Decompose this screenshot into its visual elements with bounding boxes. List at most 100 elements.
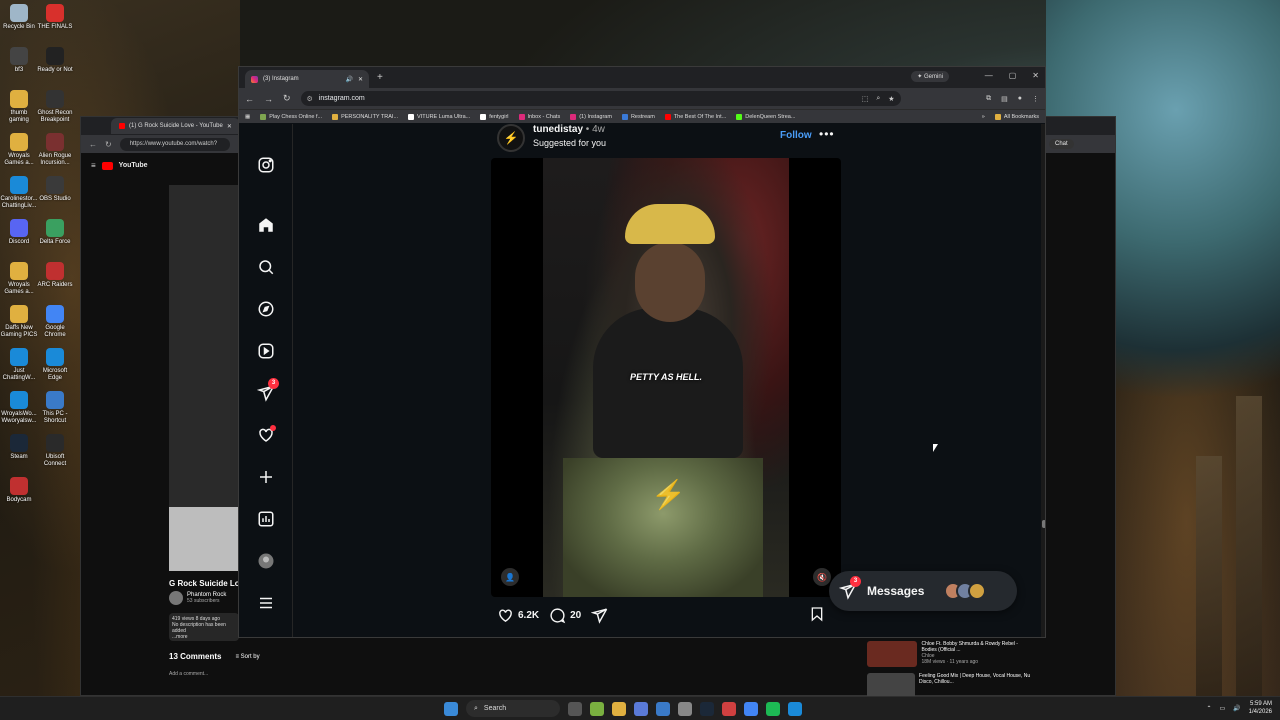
bookmark-item[interactable]: PERSONALITY TRAI... xyxy=(332,113,398,120)
notifications-heart-icon[interactable] xyxy=(257,425,276,444)
youtube-url-field[interactable]: https://www.youtube.com/watch? xyxy=(119,137,230,151)
desktop-shortcut[interactable]: Microsoft Edge xyxy=(36,348,74,382)
url-text[interactable]: instagram.com xyxy=(319,95,365,102)
desktop-shortcut[interactable]: Ghost Recon Breakpoint xyxy=(36,90,74,124)
speaker-icon[interactable]: 🔊 xyxy=(345,76,352,83)
hamburger-icon[interactable]: ≡ xyxy=(91,161,96,170)
volume-icon[interactable]: 🔊 xyxy=(1233,705,1240,712)
bookmark-item[interactable]: Play Chess Online f... xyxy=(260,113,322,120)
post-options-button[interactable]: ••• xyxy=(819,127,835,141)
desktop-shortcut[interactable]: bf3 xyxy=(0,47,38,74)
apps-grid-icon[interactable]: ▦ xyxy=(245,114,250,120)
bookmark-item[interactable]: DelenQueen Strea... xyxy=(736,113,795,120)
desktop-shortcut[interactable]: THE FINALS xyxy=(36,4,74,31)
chat-button[interactable]: Chat xyxy=(1049,139,1074,149)
install-app-icon[interactable]: ⬚ xyxy=(862,95,869,103)
more-bookmarks-icon[interactable]: » xyxy=(982,114,985,120)
desktop-shortcut[interactable]: Bodycam xyxy=(0,477,38,504)
close-tab-icon[interactable]: ✕ xyxy=(358,76,363,83)
recommendation-thumbnail[interactable] xyxy=(867,641,918,667)
edge-icon[interactable] xyxy=(788,701,802,716)
bookmark-item[interactable]: VITURE Luma Ultra... xyxy=(408,113,470,120)
back-icon[interactable]: ← xyxy=(89,140,97,149)
gemini-button[interactable]: ✦ Gemini xyxy=(911,71,949,82)
bookmark-star-icon[interactable]: ★ xyxy=(888,95,894,103)
instagram-logo-icon[interactable] xyxy=(257,156,275,174)
channel-info[interactable]: Phantom Rock 53 subscribers xyxy=(169,591,226,605)
desktop-shortcut[interactable]: Alien Rogue Incursion... xyxy=(36,133,74,167)
recommendation-item[interactable]: Chloe Ft. Bobby Shmurda & Rowdy Rebel - … xyxy=(867,641,1033,667)
recommendation-title[interactable]: Chloe Ft. Bobby Shmurda & Rowdy Rebel - … xyxy=(921,641,1033,653)
copilot-icon[interactable] xyxy=(634,701,648,716)
reel-video[interactable]: PETTY AS HELL. ⚡ 👤 🔇 xyxy=(491,158,841,597)
mute-icon[interactable]: 🔇 xyxy=(813,568,831,586)
create-icon[interactable] xyxy=(257,468,275,486)
comment-button[interactable]: 20 xyxy=(549,607,581,624)
address-bar[interactable]: ⚙ instagram.com ⬚ ⌕ ★ xyxy=(300,91,901,106)
back-icon[interactable]: ← xyxy=(245,94,254,104)
desktop-shortcut[interactable]: OBS Studio xyxy=(36,176,74,203)
bookmark-item[interactable]: Inbox - Chats xyxy=(518,113,560,120)
desktop-shortcut[interactable]: Steam xyxy=(0,434,38,461)
desktop-shortcut[interactable]: ARC Raiders xyxy=(36,262,74,289)
desktop-shortcut[interactable]: WroyalsWo... Wworyalsw... xyxy=(0,391,38,425)
all-bookmarks-folder[interactable]: All Bookmarks xyxy=(994,113,1039,120)
description-more-link[interactable]: ...more xyxy=(172,634,236,640)
desktop-shortcut[interactable]: Google Chrome xyxy=(36,305,74,339)
desktop-shortcut[interactable]: Daffs New Gaming PICS xyxy=(0,305,38,339)
desktop-shortcut[interactable]: thumb gaming xyxy=(0,90,38,124)
bookmark-item[interactable]: The Best Of The Int... xyxy=(664,113,726,120)
youtube-logo[interactable]: ≡ YouTube xyxy=(91,161,148,170)
direct-messages-icon[interactable]: 3 xyxy=(256,378,279,402)
bookmark-item[interactable]: fentygirl xyxy=(480,113,509,120)
taskbar-search[interactable]: ⌕ Search xyxy=(466,700,560,717)
menu-icon[interactable]: ⋮ xyxy=(1032,95,1039,103)
bookmark-item[interactable]: (1) Instagram xyxy=(570,113,612,120)
tray-chevron-icon[interactable]: ⌃ xyxy=(1206,705,1211,712)
maximize-icon[interactable]: ▢ xyxy=(1009,71,1017,80)
page-scrollbar[interactable] xyxy=(1041,124,1045,637)
save-button[interactable] xyxy=(809,606,825,627)
file-explorer-icon[interactable] xyxy=(612,701,626,716)
instagram-tab[interactable]: (3) Instagram 🔊 ✕ xyxy=(245,70,369,88)
network-icon[interactable]: ▭ xyxy=(1219,705,1225,712)
profile-icon[interactable]: ● xyxy=(1018,95,1022,103)
home-icon[interactable] xyxy=(257,216,275,234)
search-icon[interactable] xyxy=(257,258,275,276)
reels-icon[interactable] xyxy=(257,342,275,360)
tagged-users-icon[interactable]: 👤 xyxy=(501,568,519,586)
messages-button[interactable]: 3 Messages xyxy=(829,571,1017,611)
profile-avatar-icon[interactable] xyxy=(257,552,275,570)
instagram-browser-window[interactable]: (3) Instagram 🔊 ✕ + ✦ Gemini — ▢ ✕ ← → ↻… xyxy=(238,66,1046,638)
store-icon[interactable] xyxy=(656,701,670,716)
chrome-icon[interactable] xyxy=(744,701,758,716)
dashboard-icon[interactable] xyxy=(257,510,275,528)
reload-icon[interactable]: ↻ xyxy=(105,140,112,149)
follow-button[interactable]: Follow xyxy=(780,130,812,141)
site-info-icon[interactable]: ⚙ xyxy=(307,95,313,103)
share-button[interactable] xyxy=(591,607,608,624)
add-comment-field[interactable]: Add a comment... xyxy=(169,671,208,677)
zoom-icon[interactable]: ⌕ xyxy=(876,95,880,103)
desktop-shortcut[interactable]: Ready or Not xyxy=(36,47,74,74)
nvidia-icon[interactable] xyxy=(590,701,604,716)
desktop-shortcut[interactable]: Just ChattingW... xyxy=(0,348,38,382)
desktop-shortcut[interactable]: Ubisoft Connect xyxy=(36,434,74,468)
desktop-shortcut[interactable]: Wroyals Games a... xyxy=(0,133,38,167)
youtube-tab[interactable]: (1) G Rock Suicide Love - YouTube ✕ xyxy=(111,118,240,134)
new-tab-button[interactable]: + xyxy=(377,72,383,83)
more-menu-icon[interactable] xyxy=(257,594,275,612)
desktop-shortcut[interactable]: This PC - Shortcut xyxy=(36,391,74,425)
explore-icon[interactable] xyxy=(257,300,275,318)
extensions-icon[interactable]: ⧉ xyxy=(986,95,991,103)
post-author-avatar[interactable]: ⚡ xyxy=(497,124,525,152)
desktop-shortcut[interactable]: Carolinestor... ChattingLiv... xyxy=(0,176,38,210)
desktop-shortcut[interactable]: Delta Force xyxy=(36,219,74,246)
app-icon[interactable] xyxy=(722,701,736,716)
desktop-shortcut[interactable]: Wroyals Games a... xyxy=(0,262,38,296)
video-description[interactable]: 419 views 8 days ago No description has … xyxy=(169,613,239,641)
forward-icon[interactable]: → xyxy=(264,94,273,104)
sort-by-button[interactable]: ≡ Sort by xyxy=(235,654,259,660)
post-author[interactable]: tunedistay • 4w xyxy=(533,124,605,135)
minimize-icon[interactable]: — xyxy=(985,71,993,80)
